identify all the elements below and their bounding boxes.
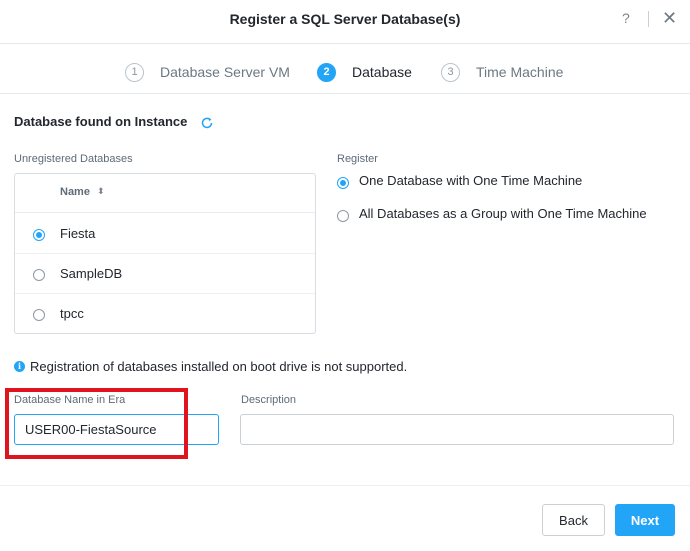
description-input[interactable] xyxy=(240,414,674,445)
step-number: 1 xyxy=(125,62,144,82)
row-label: tpcc xyxy=(60,306,84,321)
description-label: Description xyxy=(241,394,297,406)
table-header: Name ⬍ xyxy=(15,174,315,213)
table-row[interactable]: Fiesta xyxy=(15,214,315,254)
step-database[interactable]: 2 Database xyxy=(317,62,412,82)
step-database-server-vm[interactable]: 1 Database Server VM xyxy=(125,62,290,82)
table-row[interactable]: tpcc xyxy=(15,294,315,334)
section-title: Database found on Instance xyxy=(14,114,188,129)
footer-divider xyxy=(0,485,690,486)
register-radio[interactable] xyxy=(337,210,349,222)
row-radio[interactable] xyxy=(33,229,45,241)
unregistered-databases-table: Name ⬍ Fiesta SampleDB tpcc xyxy=(14,173,316,334)
step-number: 3 xyxy=(441,62,460,82)
sort-icon[interactable]: ⬍ xyxy=(97,186,105,197)
step-number: 2 xyxy=(317,62,336,82)
register-label: Register xyxy=(337,153,378,165)
register-option-label: One Database with One Time Machine xyxy=(359,173,583,188)
refresh-icon[interactable] xyxy=(200,116,214,130)
header-divider xyxy=(648,11,649,27)
register-option-label: All Databases as a Group with One Time M… xyxy=(359,206,647,221)
db-name-in-era-input[interactable] xyxy=(14,414,219,445)
wizard-stepper: 1 Database Server VM 2 Database 3 Time M… xyxy=(0,44,690,94)
row-radio[interactable] xyxy=(33,309,45,321)
back-button[interactable]: Back xyxy=(542,504,605,536)
next-button[interactable]: Next xyxy=(615,504,675,536)
info-message: i Registration of databases installed on… xyxy=(14,358,407,374)
row-label: Fiesta xyxy=(60,226,96,241)
step-label: Database Server VM xyxy=(160,64,290,80)
dialog-title: Register a SQL Server Database(s) xyxy=(229,11,461,27)
db-name-in-era-label: Database Name in Era xyxy=(14,394,126,406)
step-label: Time Machine xyxy=(476,64,564,80)
column-header-name[interactable]: Name xyxy=(60,186,90,198)
table-row[interactable]: SampleDB xyxy=(15,254,315,294)
unregistered-databases-label: Unregistered Databases xyxy=(14,153,133,165)
row-label: SampleDB xyxy=(60,266,123,281)
info-icon: i xyxy=(14,360,25,372)
help-icon[interactable]: ? xyxy=(622,10,630,26)
dialog-header: Register a SQL Server Database(s) ? ✕ xyxy=(0,0,690,44)
info-text: Registration of databases installed on b… xyxy=(30,358,408,374)
row-radio[interactable] xyxy=(33,269,45,281)
step-time-machine[interactable]: 3 Time Machine xyxy=(441,62,563,82)
register-radio[interactable] xyxy=(337,177,349,189)
step-label: Database xyxy=(352,64,412,80)
close-icon[interactable]: ✕ xyxy=(662,8,677,28)
